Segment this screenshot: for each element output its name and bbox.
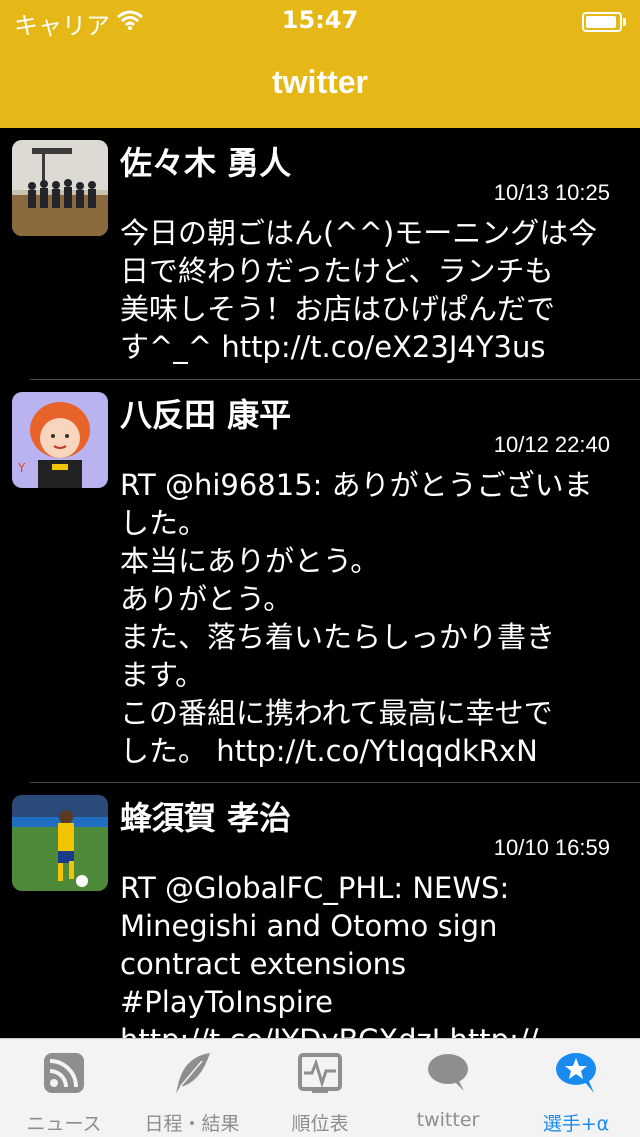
tab-bar: ニュース 日程・結果 順位表 twitter 選手+α (0, 1038, 640, 1137)
rss-icon (42, 1051, 86, 1095)
tweet-author: 佐々木 勇人 (120, 144, 292, 182)
tab-label: twitter (416, 1109, 480, 1131)
pulse-chart-icon (298, 1051, 342, 1095)
tab-standings[interactable]: 順位表 (256, 1039, 384, 1137)
tweet-timestamp: 10/12 22:40 (493, 432, 610, 457)
feather-icon (170, 1051, 214, 1095)
tab-label: 選手+α (542, 1113, 610, 1135)
page-title: twitter (272, 64, 368, 100)
tweet-text: RT @GlobalFC_PHL: NEWS: Minegishi and Ot… (120, 871, 538, 1038)
tab-news[interactable]: ニュース (0, 1039, 128, 1137)
tab-twitter[interactable]: twitter (384, 1039, 512, 1137)
navigation-header: キャリア 15:47 twitter (0, 0, 640, 128)
tweet-text: RT @hi96815: ありがとうございま した。 本当にありがとう。 ありが… (120, 468, 593, 768)
tab-label: 日程・結果 (144, 1113, 240, 1135)
star-bubble-icon (554, 1051, 598, 1095)
speech-bubble-icon (426, 1051, 470, 1095)
tab-label: ニュース (26, 1113, 102, 1135)
svg-text:Y: Y (17, 461, 26, 475)
tweet-text: 今日の朝ごはん(^^)モーニングは今 日で終わりだったけど、ランチも 美味しそう… (120, 216, 598, 364)
tweet-author: 八反田 康平 (120, 396, 292, 434)
avatar (12, 795, 108, 891)
status-bar: キャリア 15:47 (0, 0, 640, 40)
status-time: 15:47 (281, 6, 359, 34)
tweet-timestamp: 10/10 16:59 (493, 835, 610, 860)
tweet-timestamp: 10/13 10:25 (493, 180, 610, 205)
tweet-author: 蜂須賀 孝治 (120, 799, 292, 837)
tab-label: 順位表 (291, 1113, 349, 1135)
avatar (12, 140, 108, 236)
divider (30, 782, 640, 783)
divider (30, 379, 640, 380)
tab-players[interactable]: 選手+α (512, 1039, 640, 1137)
battery-icon (582, 12, 626, 32)
tab-schedule[interactable]: 日程・結果 (128, 1039, 256, 1137)
tweet-list[interactable]: 佐々木 勇人 10/13 10:25 今日の朝ごはん(^^)モーニングは今 日で… (0, 128, 640, 1038)
avatar: Y (12, 392, 108, 488)
